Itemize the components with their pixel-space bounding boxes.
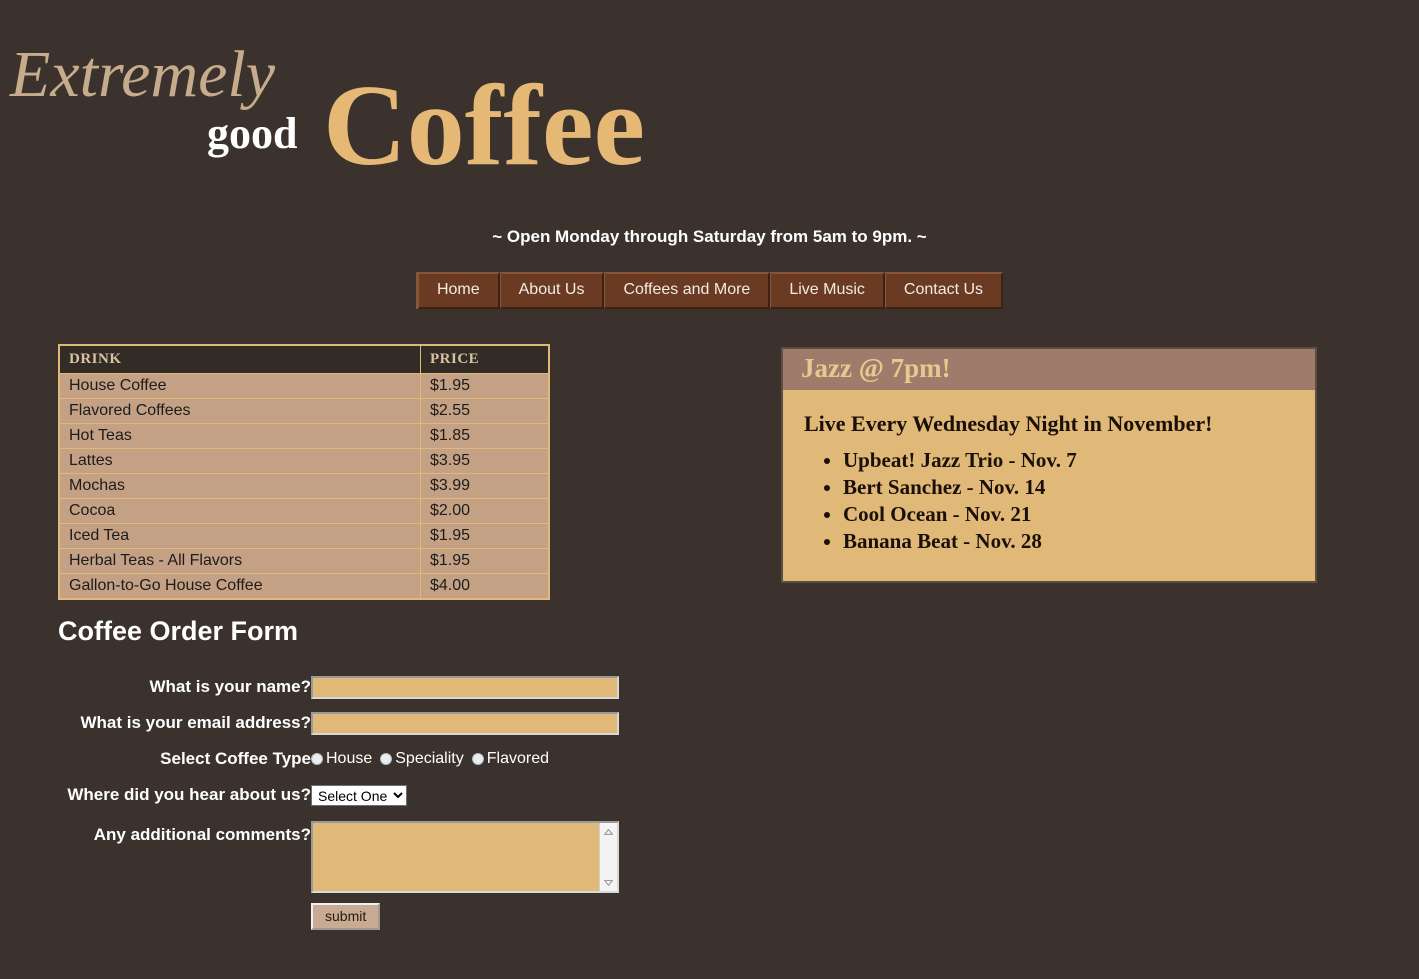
hours-tagline: ~ Open Monday through Saturday from 5am … <box>492 227 927 246</box>
cell-drink: Lattes <box>59 448 421 474</box>
radio-button-icon[interactable] <box>380 753 393 765</box>
cell-price: $1.95 <box>420 523 549 549</box>
table-row: Cocoa $2.00 <box>59 498 549 524</box>
radio-button-icon[interactable] <box>471 753 484 765</box>
brand-word-coffee: Coffee <box>323 62 646 190</box>
cell-price: $1.85 <box>420 423 549 449</box>
form-row-source: Where did you hear about us? Select One <box>0 777 619 813</box>
coffee-type-radio-group: House Speciality Flavored <box>311 750 619 768</box>
jazz-promo-box: Jazz @ 7pm! Live Every Wednesday Night i… <box>781 347 1317 583</box>
table-row: Lattes $3.95 <box>59 448 549 474</box>
label-comments: Any additional comments? <box>93 825 311 844</box>
radio-option-flavored[interactable]: Flavored <box>466 750 549 768</box>
radio-label-flavored: Flavored <box>486 750 549 767</box>
cell-drink: Mochas <box>59 473 421 499</box>
cell-price: $1.95 <box>420 548 549 574</box>
brand-word-good: good <box>207 109 298 158</box>
drink-price-table-container: DRINK PRICE House Coffee $1.95 Flavored … <box>58 344 550 600</box>
coffee-order-form: What is your name? What is your email ad… <box>0 669 619 930</box>
scroll-down-arrow-icon[interactable] <box>602 876 615 889</box>
nav-item-live-music[interactable]: Live Music <box>770 272 885 309</box>
radio-button-icon[interactable] <box>311 753 323 765</box>
label-name: What is your name? <box>149 677 311 696</box>
form-row-comments: Any additional comments? <box>0 813 619 893</box>
nav-item-about-us[interactable]: About Us <box>499 272 605 309</box>
list-item: Banana Beat - Nov. 28 <box>843 528 1297 554</box>
main-navigation: Home About Us Coffees and More Live Musi… <box>0 272 1419 309</box>
table-row: Hot Teas $1.85 <box>59 423 549 449</box>
scroll-up-arrow-icon[interactable] <box>602 825 615 838</box>
table-row: Herbal Teas - All Flavors $1.95 <box>59 548 549 574</box>
list-item: Cool Ocean - Nov. 21 <box>843 501 1297 527</box>
nav-item-coffees-and-more[interactable]: Coffees and More <box>604 272 771 309</box>
form-row-coffee-type: Select Coffee Type House Speciality Flav… <box>0 741 619 777</box>
cell-drink: Flavored Coffees <box>59 398 421 424</box>
column-header-price: PRICE <box>420 345 549 374</box>
cell-price: $1.95 <box>420 373 549 399</box>
drink-price-table: DRINK PRICE House Coffee $1.95 Flavored … <box>58 344 550 600</box>
cell-drink: House Coffee <box>59 373 421 399</box>
form-title: Coffee Order Form <box>58 616 299 646</box>
column-header-drink: DRINK <box>59 345 421 374</box>
submit-button[interactable]: submit <box>311 903 381 930</box>
table-row: Iced Tea $1.95 <box>59 523 549 549</box>
form-row-submit: submit <box>0 893 619 930</box>
list-item: Bert Sanchez - Nov. 14 <box>843 474 1297 500</box>
label-email: What is your email address? <box>80 713 311 732</box>
table-row: House Coffee $1.95 <box>59 373 549 399</box>
form-row-email: What is your email address? <box>0 705 619 741</box>
coffee-order-form-section: Coffee Order Form What is your name? Wha… <box>0 616 700 930</box>
site-masthead: Extremely good Coffee <box>0 0 1419 205</box>
cell-price: $4.00 <box>430 577 471 594</box>
cell-price: $3.95 <box>420 448 549 474</box>
cell-price: $2.55 <box>420 398 549 424</box>
cell-price: $2.00 <box>420 498 549 524</box>
list-item: Upbeat! Jazz Trio - Nov. 7 <box>843 447 1297 473</box>
radio-label-speciality: Speciality <box>395 750 464 767</box>
cell-price: $3.99 <box>420 473 549 499</box>
cell-drink: Herbal Teas - All Flavors <box>59 548 421 574</box>
jazz-promo-subtitle: Live Every Wednesday Night in November! <box>804 411 1213 436</box>
table-row: Flavored Coffees $2.55 <box>59 398 549 424</box>
radio-option-house[interactable]: House <box>311 750 372 768</box>
cell-drink: Iced Tea <box>59 523 421 549</box>
name-input[interactable] <box>311 675 619 699</box>
label-coffee-type: Select Coffee Type <box>160 749 311 768</box>
jazz-act-list: Upbeat! Jazz Trio - Nov. 7 Bert Sanchez … <box>801 447 1297 554</box>
comments-textarea[interactable] <box>313 823 600 891</box>
form-row-name: What is your name? <box>0 669 619 705</box>
comments-textarea-container <box>311 821 619 893</box>
radio-label-house: House <box>326 750 373 767</box>
brand-word-extremely: Extremely <box>10 38 276 111</box>
source-select[interactable]: Select One <box>311 784 407 806</box>
jazz-promo-header: Jazz @ 7pm! <box>783 349 1315 390</box>
nav-item-home[interactable]: Home <box>417 272 500 309</box>
label-source: Where did you hear about us? <box>67 785 311 804</box>
cell-drink: Cocoa <box>59 498 421 524</box>
cell-drink: Gallon-to-Go House Coffee <box>59 573 421 599</box>
radio-option-speciality[interactable]: Speciality <box>374 750 464 768</box>
jazz-promo-body: Live Every Wednesday Night in November! … <box>783 390 1315 581</box>
table-row: Gallon-to-Go House Coffee $4.00 <box>59 573 549 599</box>
table-header-row: DRINK PRICE <box>59 345 549 374</box>
nav-item-contact-us[interactable]: Contact Us <box>884 272 1004 309</box>
email-input[interactable] <box>311 711 619 735</box>
textarea-scrollbar[interactable] <box>599 823 617 891</box>
cell-drink: Hot Teas <box>59 423 421 449</box>
table-row: Mochas $3.99 <box>59 473 549 499</box>
